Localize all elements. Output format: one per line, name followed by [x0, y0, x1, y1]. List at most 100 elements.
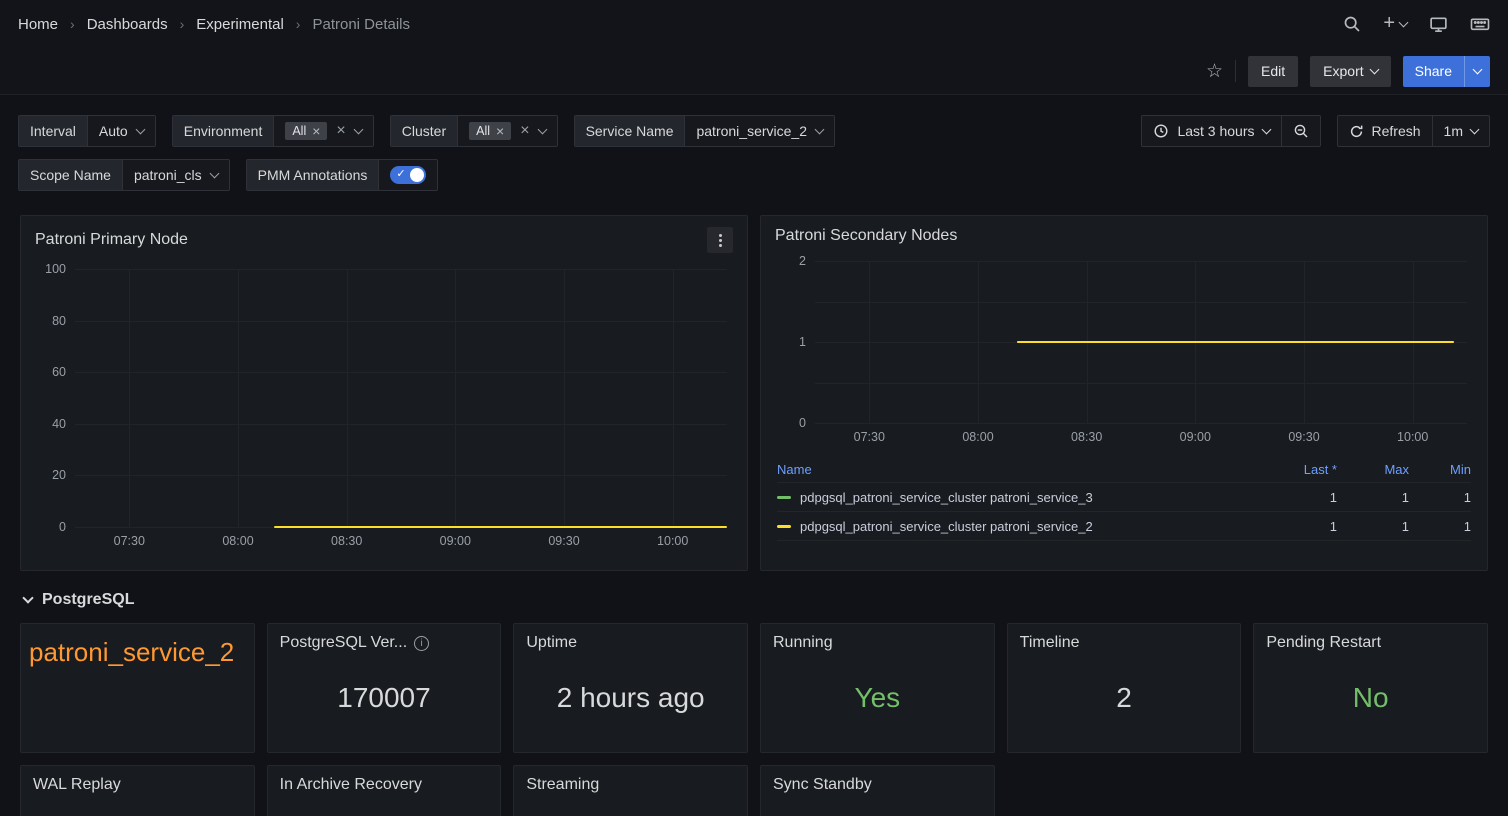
scope-name-select[interactable]: patroni_cls [123, 160, 229, 190]
panel-title[interactable]: Patroni Primary Node [35, 231, 188, 249]
x-axis-tick: 09:30 [548, 534, 579, 548]
chevron-down-icon [1369, 64, 1379, 74]
chevron-down-icon [815, 124, 825, 134]
gridline [815, 383, 1467, 384]
gridline [815, 423, 1467, 424]
panel-header: Patroni Secondary Nodes [761, 216, 1487, 247]
cluster-tag-all[interactable]: All × [469, 122, 511, 140]
breadcrumb: Home › Dashboards › Experimental › Patro… [18, 16, 410, 33]
chart-plot-area[interactable]: 2 1 0 07:30 08:00 08:30 09:00 09:30 10:0… [815, 261, 1467, 423]
interval-select[interactable]: Auto [88, 116, 155, 146]
legend-col-last[interactable]: Last * [1251, 462, 1337, 477]
legend-col-min[interactable]: Min [1409, 462, 1471, 477]
stat-panel-in-archive-recovery: In Archive Recovery [267, 765, 502, 816]
info-icon[interactable]: i [414, 636, 429, 651]
stats-row-2: WAL Replay In Archive Recovery Streaming… [20, 765, 1488, 816]
clear-icon[interactable]: × [336, 123, 345, 139]
chevron-down-icon [135, 124, 145, 134]
environment-select[interactable]: All × × [274, 116, 372, 146]
gridline [129, 269, 130, 527]
keyboard-icon[interactable] [1470, 14, 1490, 34]
stat-panel-postgresql-version: PostgreSQL Ver... i 170007 [267, 623, 502, 753]
chevron-down-icon [1473, 64, 1483, 74]
stat-panel-uptime: Uptime 2 hours ago [513, 623, 748, 753]
legend-col-name[interactable]: Name [777, 462, 1251, 477]
filter-service-name: Service Name patroni_service_2 [574, 115, 835, 147]
close-icon[interactable]: × [312, 124, 320, 138]
clear-icon[interactable]: × [520, 123, 529, 139]
breadcrumb-home[interactable]: Home [18, 16, 58, 33]
gridline [455, 269, 456, 527]
kebab-menu-icon[interactable] [707, 227, 733, 253]
empty-grid-cell [1007, 765, 1242, 816]
stat-title: Timeline [1020, 634, 1080, 652]
stat-value: No [1254, 652, 1487, 752]
stat-panel-wal-replay: WAL Replay [20, 765, 255, 816]
gridline [815, 302, 1467, 303]
add-menu-button[interactable]: + [1383, 15, 1407, 33]
tag-label: All [292, 124, 306, 138]
stat-value: 2 hours ago [514, 652, 747, 752]
service-name-select[interactable]: patroni_service_2 [685, 116, 834, 146]
pmm-annotations-control: ✓ [379, 160, 437, 190]
pmm-annotations-toggle[interactable]: ✓ [390, 166, 426, 184]
chevron-down-icon [1399, 17, 1409, 27]
export-button[interactable]: Export [1310, 56, 1390, 87]
gridline [75, 269, 727, 270]
search-icon[interactable] [1343, 15, 1361, 33]
gridline [238, 269, 239, 527]
share-button[interactable]: Share [1403, 56, 1464, 87]
interval-label: Interval [19, 116, 88, 146]
edit-button[interactable]: Edit [1248, 56, 1298, 87]
breadcrumb-dashboards[interactable]: Dashboards [87, 16, 168, 33]
zoom-out-button[interactable] [1282, 116, 1320, 146]
cluster-select[interactable]: All × × [458, 116, 556, 146]
close-icon[interactable]: × [496, 124, 504, 138]
chevron-down-icon [353, 124, 363, 134]
series-line-patroni-service-2 [1017, 341, 1454, 343]
x-axis-tick: 08:00 [962, 430, 993, 444]
series-max-value: 1 [1337, 490, 1409, 505]
tag-label: All [476, 124, 490, 138]
monitor-icon[interactable] [1429, 15, 1448, 34]
chart-plot-area[interactable]: 100 80 60 40 20 0 07:30 08:00 08:30 09:0… [75, 269, 727, 527]
row-postgresql[interactable]: PostgreSQL [20, 591, 1488, 609]
stat-panel-pending-restart: Pending Restart No [1253, 623, 1488, 753]
interval-value: Auto [99, 123, 128, 139]
time-range-picker[interactable]: Last 3 hours [1142, 116, 1280, 146]
share-menu-button[interactable] [1464, 56, 1490, 87]
series-name[interactable]: pdpgsql_patroni_service_cluster patroni_… [800, 490, 1093, 505]
clock-icon [1153, 123, 1169, 139]
legend-header-row: Name Last * Max Min [777, 457, 1471, 483]
chevron-down-icon [1470, 124, 1480, 134]
breadcrumb-experimental[interactable]: Experimental [196, 16, 284, 33]
stat-panel-timeline: Timeline 2 [1007, 623, 1242, 753]
stat-title: PostgreSQL Ver... [280, 634, 407, 652]
environment-label: Environment [173, 116, 275, 146]
check-icon: ✓ [396, 167, 405, 180]
x-axis-tick: 10:00 [1397, 430, 1428, 444]
star-icon[interactable]: ☆ [1206, 60, 1223, 83]
x-axis-tick: 09:00 [440, 534, 471, 548]
refresh-button[interactable]: Refresh [1338, 116, 1432, 146]
x-axis-tick: 08:30 [331, 534, 362, 548]
x-axis-tick: 09:30 [1288, 430, 1319, 444]
panel-title[interactable]: Patroni Secondary Nodes [775, 227, 957, 245]
stat-panel-streaming: Streaming [513, 765, 748, 816]
share-button-label: Share [1415, 63, 1452, 79]
legend-col-max[interactable]: Max [1337, 462, 1409, 477]
y-axis-tick: 0 [799, 416, 806, 430]
series-name[interactable]: pdpgsql_patroni_service_cluster patroni_… [800, 519, 1093, 534]
stat-panel-service-name: patroni_service_2 [20, 623, 255, 753]
legend-row: pdpgsql_patroni_service_cluster patroni_… [777, 483, 1471, 512]
refresh-interval-value: 1m [1444, 123, 1463, 139]
y-axis-tick: 0 [59, 520, 66, 534]
environment-tag-all[interactable]: All × [285, 122, 327, 140]
series-last-value: 1 [1251, 490, 1337, 505]
dashboard-content: Patroni Primary Node 100 80 60 40 20 0 0… [0, 191, 1508, 816]
stat-title: In Archive Recovery [280, 776, 422, 794]
refresh-interval-select[interactable]: 1m [1433, 116, 1489, 146]
cluster-label: Cluster [391, 116, 458, 146]
filter-environment: Environment All × × [172, 115, 374, 147]
stat-title: Sync Standby [773, 776, 872, 794]
